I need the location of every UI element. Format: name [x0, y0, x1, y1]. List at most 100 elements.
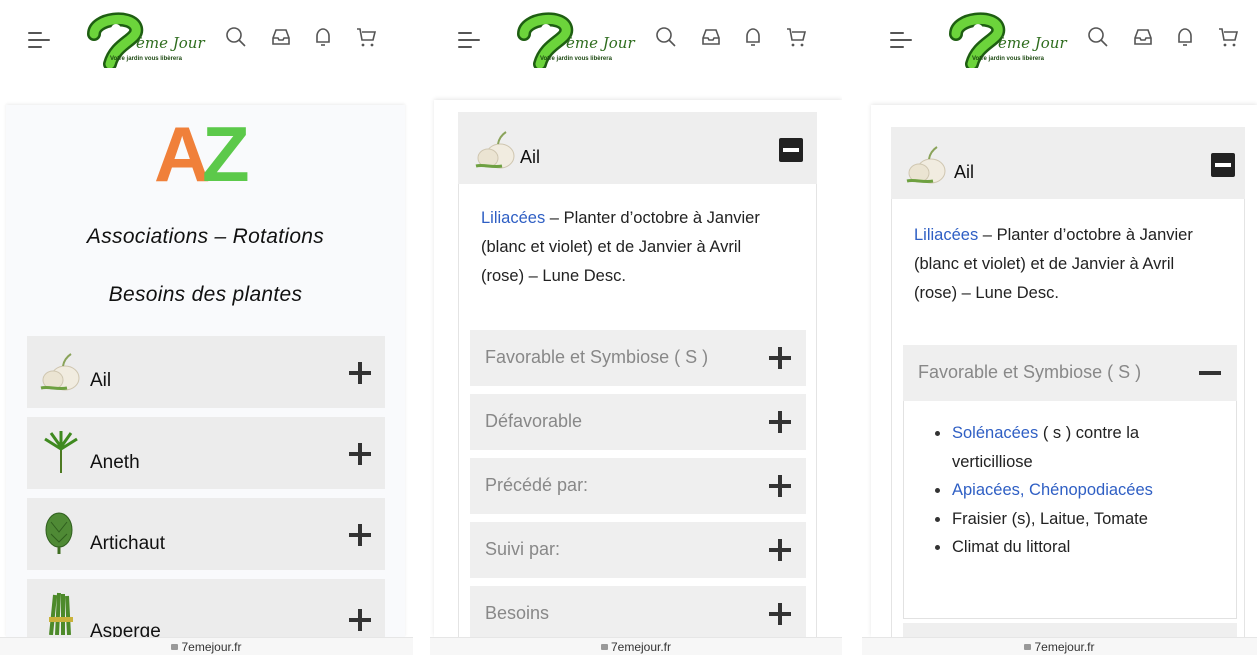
ail-accordion-title: Ail: [954, 162, 975, 182]
expand-plus-icon[interactable]: [769, 603, 791, 625]
list-item: Apiacées, Chénopodiacées: [932, 476, 1232, 505]
plant-row-artichaut[interactable]: Artichaut: [27, 498, 385, 570]
ail-detail-content: Ail Liliacées – Planter d’octobre à Janv…: [434, 100, 842, 642]
list-item: Fraisier (s), Laitue, Tomate: [932, 505, 1232, 534]
ail-description: Liliacées – Planter d’octobre à Janvier …: [914, 221, 1234, 308]
next-section-header[interactable]: [903, 623, 1237, 637]
section-favorable-header[interactable]: Favorable et Symbiose ( S ): [903, 345, 1237, 401]
logo-text: ème Jour: [136, 34, 205, 52]
logo-text: ème Jour: [566, 34, 635, 52]
inbox-icon[interactable]: [270, 26, 292, 48]
section-label: Besoins: [485, 603, 550, 623]
ail-accordion-title: Ail: [520, 147, 541, 167]
ail-accordion-header[interactable]: Ail: [891, 127, 1245, 199]
expand-plus-icon[interactable]: [349, 524, 371, 546]
expand-plus-icon[interactable]: [769, 347, 791, 369]
solenacees-link[interactable]: Solénacées: [952, 424, 1038, 442]
site-header: ème Jour Votre jardin vous libèrera: [430, 0, 842, 80]
liliacees-link[interactable]: Liliacées: [914, 226, 978, 244]
collapse-minus-icon[interactable]: [779, 138, 803, 162]
section-precede-par[interactable]: Précédé par:: [470, 458, 806, 514]
search-icon[interactable]: [225, 26, 247, 48]
garlic-icon: [475, 131, 515, 169]
url-text: 7emejour.fr: [610, 640, 672, 654]
expand-plus-icon[interactable]: [769, 475, 791, 497]
logo-text: ème Jour: [998, 34, 1067, 52]
search-icon[interactable]: [655, 26, 677, 48]
site-header: ème Jour Votre jardin vous libèrera: [0, 0, 413, 80]
url-bar[interactable]: 7emejour.fr: [430, 637, 842, 655]
list-item: Solénacées ( s ) contre la verticilliose: [932, 419, 1232, 476]
site-logo[interactable]: ème Jour Votre jardin vous libèrera: [86, 12, 205, 71]
url-bar[interactable]: 7emejour.fr: [862, 637, 1257, 655]
plant-label-aneth: Aneth: [90, 452, 140, 473]
logo-tagline: Votre jardin vous libèrera: [110, 56, 182, 62]
ail-description: Liliacées – Planter d’octobre à Janvier …: [481, 204, 801, 291]
ail-accordion-body: Liliacées – Planter d’octobre à Janvier …: [891, 199, 1245, 637]
expand-plus-icon[interactable]: [349, 609, 371, 631]
section-label: Favorable et Symbiose ( S ): [485, 347, 709, 367]
cart-icon[interactable]: [355, 26, 377, 48]
plant-row-ail[interactable]: Ail: [27, 336, 385, 408]
asparagus-icon: [49, 592, 73, 635]
logo-tagline: Votre jardin vous libèrera: [540, 56, 612, 62]
collapse-minus-icon[interactable]: [1211, 153, 1235, 177]
search-icon[interactable]: [1087, 26, 1109, 48]
hamburger-menu-icon[interactable]: [458, 30, 480, 50]
ail-detail-content: Ail Liliacées – Planter d’octobre à Janv…: [871, 105, 1257, 637]
list-item-text: Fraisier (s), Laitue, Tomate: [952, 509, 1148, 528]
cart-icon[interactable]: [785, 26, 807, 48]
screen-ail-collapsed: ème Jour Votre jardin vous libèrera Ail …: [430, 0, 842, 655]
lock-icon: [171, 644, 179, 650]
hamburger-menu-icon[interactable]: [890, 30, 912, 50]
section-favorable-body: Solénacées ( s ) contre la verticilliose …: [903, 401, 1237, 619]
expand-plus-icon[interactable]: [349, 443, 371, 465]
plant-label-ail: Ail: [90, 370, 112, 391]
screen-plant-list: ème Jour Votre jardin vous libèrera A Z …: [0, 0, 413, 655]
az-heading: A Z: [154, 119, 250, 189]
section-besoins[interactable]: Besoins: [470, 586, 806, 642]
url-text: 7emejour.fr: [1034, 640, 1095, 654]
description-line1: – Planter d’octobre à Janvier: [545, 209, 760, 227]
plant-row-asperge[interactable]: Asperge: [27, 579, 385, 642]
description-line1: – Planter d’octobre à Janvier: [978, 226, 1193, 244]
plant-list-content: A Z Associations – Rotations Besoins des…: [6, 105, 405, 642]
section-defavorable[interactable]: Défavorable: [470, 394, 806, 450]
collapse-dash-icon[interactable]: [1199, 371, 1221, 375]
dill-icon: [44, 431, 78, 473]
cart-icon[interactable]: [1217, 26, 1239, 48]
apiacees-link[interactable]: Apiacées, Chénopodiacées: [952, 481, 1153, 499]
garlic-icon: [40, 353, 80, 391]
associations-title: Associations – Rotations: [86, 225, 325, 248]
section-label: Défavorable: [485, 411, 583, 431]
section-suivi-par[interactable]: Suivi par:: [470, 522, 806, 578]
plant-row-aneth[interactable]: Aneth: [27, 417, 385, 489]
site-logo[interactable]: ème Jour Votre jardin vous libèrera: [948, 12, 1067, 71]
url-bar[interactable]: 7emejour.fr: [0, 637, 413, 655]
section-favorable[interactable]: Favorable et Symbiose ( S ): [470, 330, 806, 386]
list-item: Climat du littoral: [932, 533, 1232, 562]
lock-icon: [1024, 644, 1032, 650]
expand-plus-icon[interactable]: [349, 362, 371, 384]
list-item-text: ( s ) contre la: [1038, 424, 1140, 442]
section-label: Précédé par:: [485, 475, 589, 495]
site-header: ème Jour Votre jardin vous libèrera: [862, 0, 1257, 80]
liliacees-link[interactable]: Liliacées: [481, 209, 545, 227]
inbox-icon[interactable]: [700, 26, 722, 48]
description-line3: (rose) – Lune Desc.: [481, 267, 626, 285]
besoins-title: Besoins des plantes: [108, 283, 303, 306]
bell-icon[interactable]: [742, 26, 764, 48]
section-label: Favorable et Symbiose ( S ): [918, 362, 1142, 382]
bell-icon[interactable]: [1174, 26, 1196, 48]
expand-plus-icon[interactable]: [769, 411, 791, 433]
description-line3: (rose) – Lune Desc.: [914, 284, 1059, 302]
hamburger-menu-icon[interactable]: [28, 30, 50, 50]
section-label: Suivi par:: [485, 539, 561, 559]
expand-plus-icon[interactable]: [769, 539, 791, 561]
bell-icon[interactable]: [312, 26, 334, 48]
inbox-icon[interactable]: [1132, 26, 1154, 48]
ail-accordion-header[interactable]: Ail: [458, 112, 817, 184]
favorable-list: Solénacées ( s ) contre la verticilliose …: [932, 419, 1232, 562]
site-logo[interactable]: ème Jour Votre jardin vous libèrera: [516, 12, 635, 71]
ail-accordion-body: Liliacées – Planter d’octobre à Janvier …: [458, 184, 817, 642]
